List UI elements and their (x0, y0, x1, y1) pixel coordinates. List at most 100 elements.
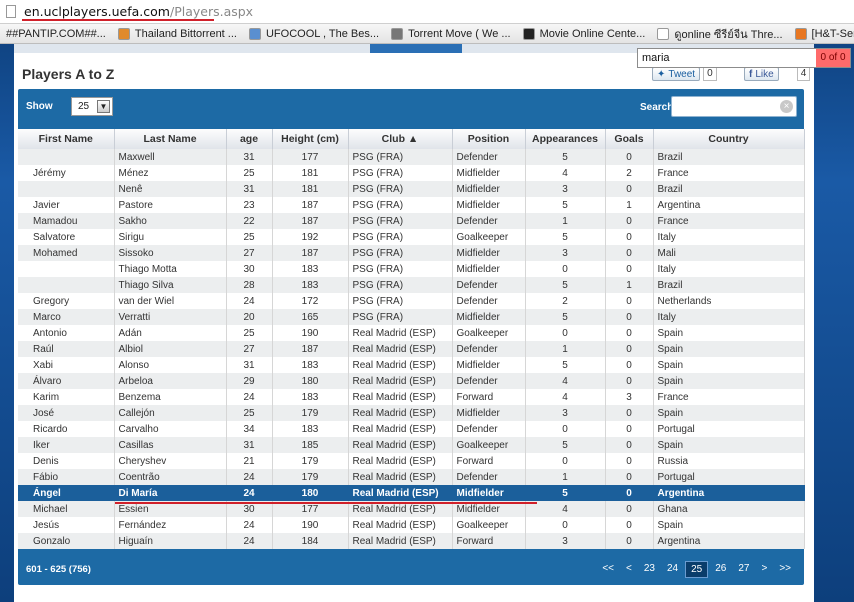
table-cell: 0 (525, 421, 606, 437)
like-button[interactable]: f Like (744, 67, 779, 81)
table-cell: Portugal (653, 469, 805, 485)
column-header[interactable]: Goals (605, 129, 654, 149)
column-header[interactable]: Appearances (525, 129, 606, 149)
bookmark-label: Torrent Move ( We ... (408, 27, 511, 40)
column-header[interactable]: Position (452, 129, 526, 149)
table-row[interactable]: Gregory van der Wiel 24 172 PSG (FRA) Defende… (18, 293, 805, 309)
table-cell: 0 (605, 245, 654, 261)
table-cell: Arbeloa (114, 373, 227, 389)
table-cell: 25 (226, 325, 273, 341)
clear-icon[interactable]: × (780, 100, 793, 113)
table-cell: Italy (653, 229, 805, 245)
table-row[interactable]: Mohamed Sissoko 27 187 PSG (FRA) Midfielder 3 0… (18, 245, 805, 261)
bookmark-item[interactable]: ดูonline ซีรีย์จีน Thre... (651, 25, 788, 43)
bookmark-item[interactable]: ##PANTIP.COM##... (0, 28, 112, 40)
table-row[interactable]: Javier Pastore 23 187 PSG (FRA) Midfielder 5 1 A… (18, 197, 805, 213)
table-cell: 0 (605, 469, 654, 485)
bookmark-item[interactable]: Movie Online Cente... (517, 27, 652, 40)
table-cell: Midfielder (452, 485, 526, 501)
table-cell: Ricardo (18, 421, 115, 437)
table-cell: Thiago Silva (114, 277, 227, 293)
address-bar[interactable]: en.uclplayers.uefa.com/Players.aspx (0, 0, 854, 24)
like-widget[interactable]: f Like 4 (744, 67, 811, 81)
page-link[interactable]: 27 (733, 561, 754, 578)
table-cell: 0 (605, 453, 654, 469)
page-link[interactable]: 26 (710, 561, 731, 578)
bookmark-item[interactable]: [H&T-Series] Three ... (789, 27, 854, 40)
table-cell: Midfielder (452, 245, 526, 261)
table-cell: Maxwell (114, 149, 227, 165)
table-cell: Denis (18, 453, 115, 469)
table-row[interactable]: Jesús Fernández 24 190 Real Madrid (ESP) Goal… (18, 517, 805, 533)
table-row[interactable]: Gonzalo Higuaín 24 184 Real Madrid (ESP) Forw… (18, 533, 805, 549)
table-cell: Di María (114, 485, 227, 501)
bookmark-icon (117, 27, 130, 40)
table-cell: 25 (226, 229, 273, 245)
table-row[interactable]: Xabi Alonso 31 183 Real Madrid (ESP) Midfield… (18, 357, 805, 373)
table-row[interactable]: José Callejón 25 179 Real Madrid (ESP) Midfie… (18, 405, 805, 421)
page-link[interactable]: >> (774, 561, 796, 578)
table-cell: 0 (525, 325, 606, 341)
table-row[interactable]: Iker Casillas 31 185 Real Madrid (ESP) Goalke… (18, 437, 805, 453)
table-cell: Goalkeeper (452, 325, 526, 341)
table-cell: Javier (18, 197, 115, 213)
column-header[interactable]: Height (cm) (272, 129, 349, 149)
search-input[interactable]: × (671, 96, 797, 117)
table-cell: PSG (FRA) (348, 165, 453, 181)
table-cell: 1 (525, 469, 606, 485)
table-row[interactable]: Thiago Silva 28 183 PSG (FRA) Defender 5 1 Braz… (18, 277, 805, 293)
table-cell: 27 (226, 341, 273, 357)
column-header[interactable]: age (226, 129, 273, 149)
table-cell: Benzema (114, 389, 227, 405)
page-link[interactable]: > (756, 561, 772, 578)
table-cell: 28 (226, 277, 273, 293)
table-row[interactable]: Antonio Adán 25 190 Real Madrid (ESP) Goalkee… (18, 325, 805, 341)
table-row[interactable]: Maxwell 31 177 PSG (FRA) Defender 5 0 Brazil (18, 149, 805, 165)
table-row[interactable]: Thiago Motta 30 183 PSG (FRA) Midfielder 0 0 It… (18, 261, 805, 277)
table-row[interactable]: Denis Cheryshev 21 179 Real Madrid (ESP) Forw… (18, 453, 805, 469)
table-cell: 31 (226, 437, 273, 453)
find-bar[interactable]: maria 0 of 0 (637, 48, 851, 68)
table-row[interactable]: Salvatore Sirigu 25 192 PSG (FRA) Goalkeeper 5… (18, 229, 805, 245)
table-cell: 0 (525, 261, 606, 277)
table-cell: Midfielder (452, 405, 526, 421)
tweet-widget[interactable]: ✦ Tweet 0 (652, 67, 717, 81)
page-title: Players A to Z (22, 66, 115, 82)
column-header[interactable]: First Name (18, 129, 115, 149)
column-header[interactable]: Country (653, 129, 805, 149)
table-row[interactable]: Jérémy Ménez 25 181 PSG (FRA) Midfielder 4 2 Fra… (18, 165, 805, 181)
table-cell: 23 (226, 197, 273, 213)
table-row[interactable]: Mamadou Sakho 22 187 PSG (FRA) Defender 1 0 Fran… (18, 213, 805, 229)
table-row[interactable]: Karim Benzema 24 183 Real Madrid (ESP) Forwar… (18, 389, 805, 405)
table-row[interactable]: Ricardo Carvalho 34 183 Real Madrid (ESP) Def… (18, 421, 805, 437)
page-link[interactable]: 23 (639, 561, 660, 578)
url-text[interactable]: en.uclplayers.uefa.com/Players.aspx (24, 4, 253, 19)
bookmark-item[interactable]: UFOCOOL , The Bes... (243, 27, 385, 40)
page-link[interactable]: << (597, 561, 619, 578)
site-tab-active[interactable] (370, 44, 462, 53)
table-row[interactable]: Álvaro Arbeloa 29 180 Real Madrid (ESP) Defen… (18, 373, 805, 389)
page-link[interactable]: < (621, 561, 637, 578)
page-size-select[interactable]: 25 ▼ (71, 97, 113, 116)
table-cell: 179 (272, 453, 349, 469)
page-link[interactable]: 25 (685, 561, 709, 578)
table-cell: 31 (226, 181, 273, 197)
bookmark-item[interactable]: Torrent Move ( We ... (385, 27, 517, 40)
table-row[interactable]: Raúl Albiol 27 187 Real Madrid (ESP) Defender… (18, 341, 805, 357)
table-cell: Mali (653, 245, 805, 261)
column-header[interactable]: Club ▲ (348, 129, 453, 149)
table-cell: PSG (FRA) (348, 309, 453, 325)
table-row[interactable]: Fábio Coentrão 24 179 Real Madrid (ESP) Defen… (18, 469, 805, 485)
page-link[interactable]: 24 (662, 561, 683, 578)
bookmark-item[interactable]: Thailand Bittorrent ... (112, 27, 243, 40)
table-row[interactable]: Marco Verratti 20 165 PSG (FRA) Midfielder 5 0 I… (18, 309, 805, 325)
chevron-down-icon[interactable]: ▼ (97, 100, 110, 113)
row-red-underline (115, 502, 537, 504)
table-row[interactable]: Ángel Di María 24 180 Real Madrid (ESP) Midfi… (18, 485, 805, 501)
table-cell: Midfielder (452, 197, 526, 213)
table-row[interactable]: Nenê 31 181 PSG (FRA) Midfielder 3 0 Brazil (18, 181, 805, 197)
column-header[interactable]: Last Name (114, 129, 227, 149)
find-input[interactable]: maria (642, 52, 670, 64)
table-cell: Callejón (114, 405, 227, 421)
tweet-button[interactable]: ✦ Tweet (652, 67, 701, 81)
